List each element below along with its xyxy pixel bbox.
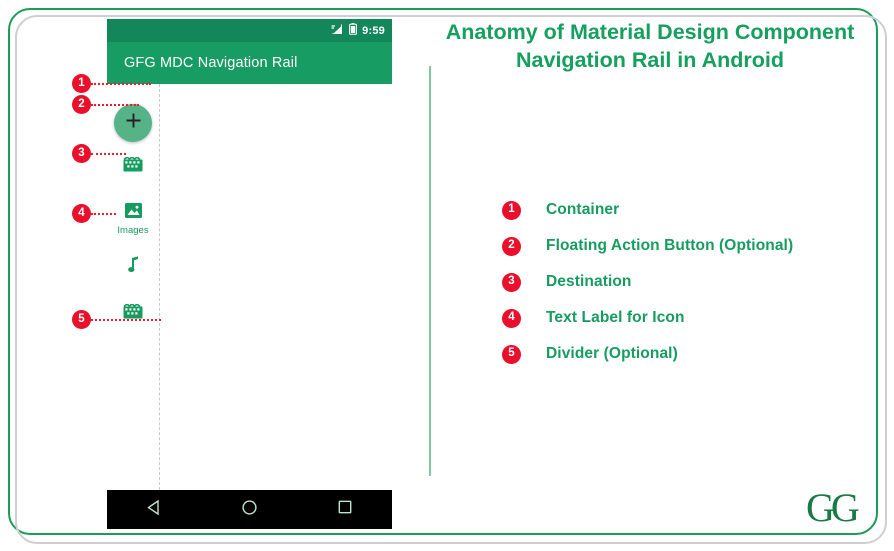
system-navigation-bar bbox=[107, 490, 392, 529]
legend-label: Divider (Optional) bbox=[546, 345, 678, 362]
rail-item-movie-2[interactable] bbox=[107, 302, 159, 325]
panel-divider bbox=[429, 66, 431, 476]
app-bar: GFG MDC Navigation Rail bbox=[107, 42, 392, 84]
rail-item-images[interactable]: Images bbox=[107, 202, 159, 236]
legend-label: Text Label for Icon bbox=[546, 309, 685, 326]
legend-badge: 3 bbox=[502, 272, 521, 292]
callout-marker-5: 5 bbox=[72, 310, 91, 329]
plus-icon bbox=[125, 112, 142, 134]
callout-marker-1: 1 bbox=[72, 74, 91, 93]
legend-item: 3 Destination bbox=[502, 264, 872, 300]
page-title: Anatomy of Material Design Component Nav… bbox=[430, 18, 870, 74]
callout-marker-4: 4 bbox=[72, 204, 91, 223]
legend-badge: 1 bbox=[502, 200, 521, 220]
page-title-line-1: Anatomy of Material Design Component bbox=[445, 20, 855, 44]
leader-line-5 bbox=[91, 319, 161, 321]
legend-item: 4 Text Label for Icon bbox=[502, 300, 872, 336]
signal-icon bbox=[331, 22, 344, 40]
callout-marker-3: 3 bbox=[72, 144, 91, 163]
battery-icon bbox=[349, 22, 358, 40]
legend-label: Container bbox=[546, 201, 620, 218]
leader-line-1 bbox=[91, 83, 151, 85]
page-title-line-2: Navigation Rail in Android bbox=[516, 48, 784, 72]
home-circle-icon[interactable] bbox=[241, 499, 258, 521]
leader-line-3 bbox=[91, 153, 126, 155]
legend-item: 2 Floating Action Button (Optional) bbox=[502, 228, 872, 264]
recents-square-icon[interactable] bbox=[337, 499, 353, 520]
phone-content-area: Images bbox=[107, 84, 392, 490]
movie-icon bbox=[123, 155, 143, 177]
gfg-logo: GG bbox=[806, 485, 860, 530]
legend-item: 1 Container bbox=[502, 192, 872, 228]
music-note-icon bbox=[126, 256, 140, 278]
leader-line-4 bbox=[91, 213, 116, 215]
navigation-rail-divider bbox=[159, 84, 161, 490]
navigation-rail: Images bbox=[107, 84, 161, 490]
back-triangle-icon[interactable] bbox=[146, 499, 163, 521]
legend-list: 1 Container 2 Floating Action Button (Op… bbox=[502, 192, 872, 372]
screenshot-canvas: 9:59 GFG MDC Navigation Rail Images 1 2 … bbox=[0, 0, 894, 551]
rail-item-movie-1[interactable] bbox=[107, 155, 159, 178]
legend-label: Floating Action Button (Optional) bbox=[546, 237, 794, 254]
legend-item: 5 Divider (Optional) bbox=[502, 336, 872, 372]
status-bar-time: 9:59 bbox=[362, 24, 385, 37]
app-bar-title: GFG MDC Navigation Rail bbox=[124, 55, 298, 71]
floating-action-button[interactable] bbox=[114, 104, 152, 142]
legend-badge: 2 bbox=[502, 236, 521, 256]
leader-line-2 bbox=[91, 104, 139, 106]
movie-icon bbox=[123, 302, 143, 324]
rail-item-label: Images bbox=[117, 225, 149, 236]
rail-item-music[interactable] bbox=[107, 256, 159, 279]
callout-marker-2: 2 bbox=[72, 95, 91, 114]
legend-label: Destination bbox=[546, 273, 632, 290]
status-bar: 9:59 bbox=[107, 19, 392, 42]
legend-badge: 5 bbox=[502, 344, 521, 364]
legend-badge: 4 bbox=[502, 308, 521, 328]
phone-mockup: 9:59 GFG MDC Navigation Rail Images bbox=[107, 19, 392, 529]
image-icon bbox=[124, 202, 143, 224]
